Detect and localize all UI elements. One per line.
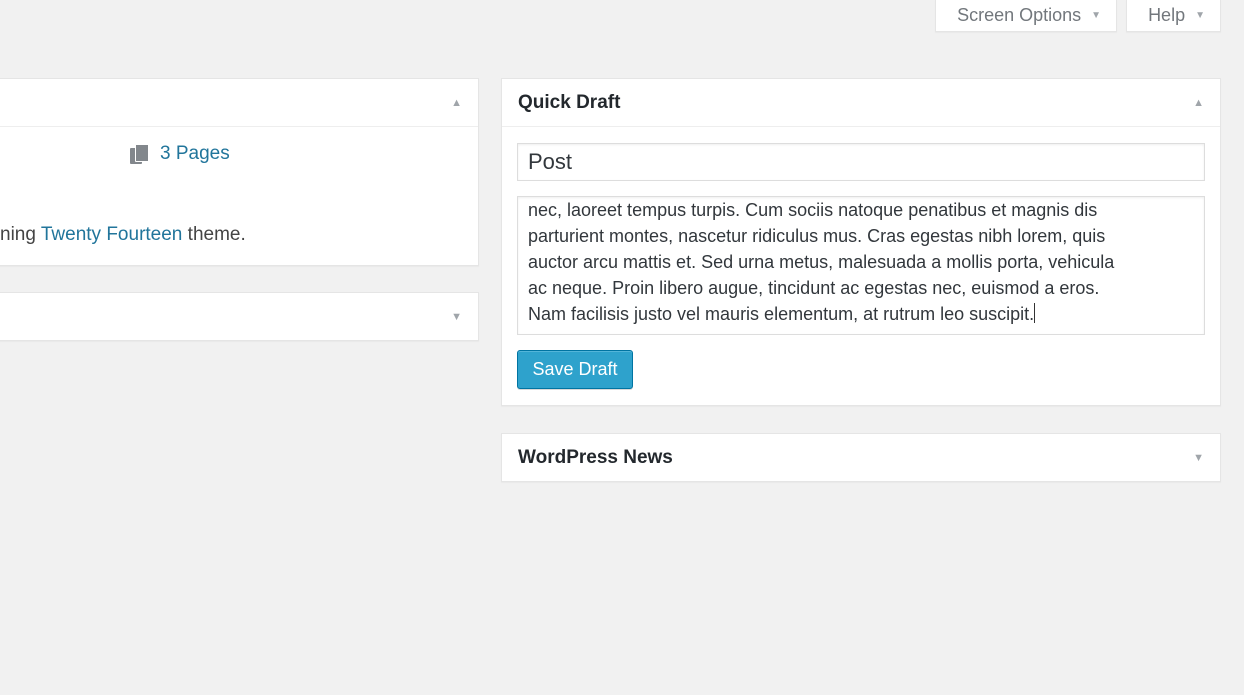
quick-draft-header: Quick Draft ▲ xyxy=(502,79,1220,126)
content-line: nec, laoreet tempus turpis. Cum sociis n… xyxy=(528,200,1098,220)
news-header: WordPress News ▼ xyxy=(502,434,1220,481)
screen-options-label: Screen Options xyxy=(957,5,1082,25)
draft-title-input[interactable] xyxy=(517,143,1205,181)
news-title: WordPress News xyxy=(518,446,673,468)
wordpress-news-widget: WordPress News ▼ xyxy=(501,433,1221,482)
quick-draft-title: Quick Draft xyxy=(518,91,621,113)
content-line: parturient montes, nascetur ridiculus mu… xyxy=(528,226,1106,246)
caret-down-icon: ▼ xyxy=(1195,10,1205,21)
content-line: Nam facilisis justo vel mauris elementum… xyxy=(528,304,1035,324)
expand-arrow-down-icon[interactable]: ▼ xyxy=(451,311,462,323)
screen-options-button[interactable]: Screen Options ▼ xyxy=(935,0,1118,32)
text-cursor xyxy=(1034,303,1036,323)
collapse-arrow-up-icon[interactable]: ▲ xyxy=(1193,97,1204,109)
theme-prefix: ning xyxy=(0,224,41,245)
pages-count: 3 Pages xyxy=(130,143,230,165)
screen-meta-links: Screen Options ▼ Help ▼ xyxy=(935,0,1221,32)
theme-info: ning Twenty Fourteen theme. xyxy=(0,224,246,246)
draft-content-textarea[interactable]: nec, laoreet tempus turpis. Cum sociis n… xyxy=(517,196,1205,335)
help-label: Help xyxy=(1148,5,1186,25)
widget-header: ▲ xyxy=(0,79,478,126)
widget-header: ▼ xyxy=(0,293,478,340)
save-draft-button[interactable]: Save Draft xyxy=(517,350,633,389)
content-line: ac neque. Proin libero augue, tincidunt … xyxy=(528,278,1100,298)
theme-link[interactable]: Twenty Fourteen xyxy=(41,224,183,245)
pages-icon xyxy=(130,144,149,164)
activity-widget: ▼ xyxy=(0,292,479,341)
content-line-last: Nam facilisis justo vel mauris elementum… xyxy=(528,301,1194,327)
expand-arrow-down-icon[interactable]: ▼ xyxy=(1193,452,1204,464)
theme-suffix: theme. xyxy=(182,224,246,245)
caret-down-icon: ▼ xyxy=(1091,10,1102,21)
content-line: auctor arcu mattis et. Sed urna metus, m… xyxy=(528,252,1115,272)
help-button[interactable]: Help ▼ xyxy=(1126,0,1221,32)
pages-link[interactable]: 3 Pages xyxy=(160,143,230,165)
collapse-arrow-up-icon[interactable]: ▲ xyxy=(451,97,462,109)
